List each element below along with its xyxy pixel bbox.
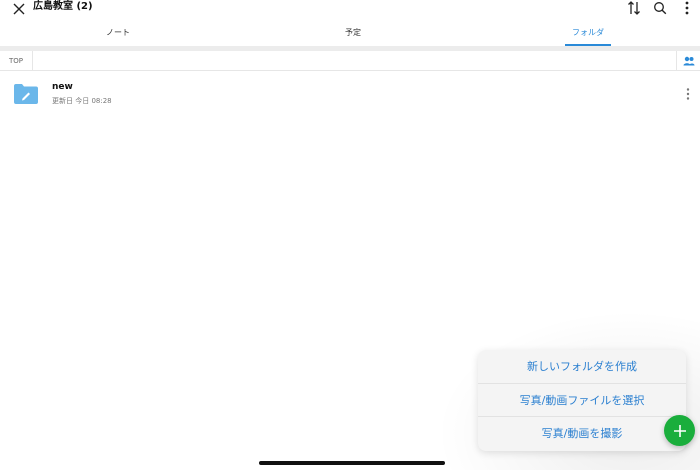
folder-name: new xyxy=(52,82,73,92)
page-title: 広島教室 (2) xyxy=(33,1,93,12)
header: 広島教室 (2) ノート 予定 フォルダ xyxy=(0,0,700,46)
add-button[interactable] xyxy=(664,415,695,446)
tab-notes[interactable]: ノート xyxy=(94,24,142,46)
sort-icon[interactable] xyxy=(626,0,642,16)
breadcrumb: TOP xyxy=(0,51,700,71)
folder-updated: 更新日 今日 08:28 xyxy=(52,97,112,105)
home-indicator xyxy=(259,461,445,465)
tab-schedule[interactable]: 予定 xyxy=(329,24,377,46)
share-members-icon[interactable] xyxy=(676,51,700,71)
menu-item-select-media[interactable]: 写真/動画ファイルを選択 xyxy=(478,384,686,417)
more-vertical-icon[interactable] xyxy=(679,0,695,16)
folder-more-icon[interactable] xyxy=(684,86,692,102)
plus-icon xyxy=(673,424,686,437)
menu-item-new-folder[interactable]: 新しいフォルダを作成 xyxy=(478,350,686,384)
folder-edit-icon xyxy=(13,83,39,105)
breadcrumb-top[interactable]: TOP xyxy=(0,51,33,71)
list-item[interactable]: new 更新日 今日 08:28 xyxy=(0,72,700,116)
add-menu: 新しいフォルダを作成 写真/動画ファイルを選択 写真/動画を撮影 xyxy=(478,350,686,451)
tab-folders[interactable]: フォルダ xyxy=(563,24,613,46)
search-icon[interactable] xyxy=(652,0,668,16)
close-icon[interactable] xyxy=(10,0,28,18)
tab-bar: ノート 予定 フォルダ xyxy=(0,24,700,46)
menu-item-take-media[interactable]: 写真/動画を撮影 xyxy=(478,417,686,451)
